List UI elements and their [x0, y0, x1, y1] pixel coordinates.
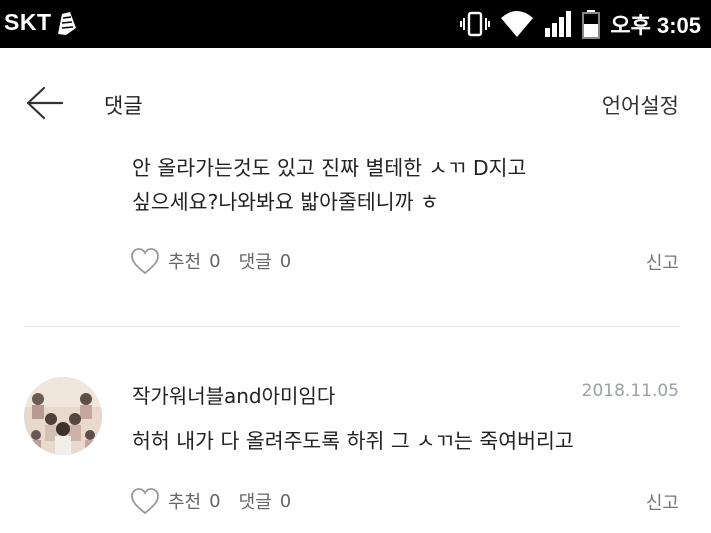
comment-text-line: 싶으세요?나와봐요 밟아줄테니까 ㅎ — [132, 190, 439, 214]
battery-icon — [582, 10, 601, 39]
avatar-image — [24, 377, 102, 455]
comment-text-line: 안 올라가는것도 있고 진짜 별테한 ㅅㄲ D지고 — [132, 156, 527, 180]
app-notification-icon — [58, 12, 76, 35]
comment-text-line: 허허 내가 다 올려주도록 하쥐 그 ㅅㄲ는 죽여버리고 — [132, 429, 574, 453]
divider — [24, 326, 679, 327]
language-settings-button[interactable]: 언어설정 — [602, 90, 679, 120]
reply-count: 0 — [279, 250, 292, 272]
avatar[interactable] — [24, 377, 102, 455]
report-button[interactable]: 신고 — [646, 489, 679, 515]
reply-count: 0 — [279, 490, 292, 512]
heart-icon[interactable] — [130, 247, 160, 275]
report-button[interactable]: 신고 — [646, 249, 679, 275]
reply-label[interactable]: 댓글 — [239, 248, 272, 274]
like-label[interactable]: 추천 — [168, 488, 201, 514]
page-title: 댓글 — [104, 94, 143, 118]
comment-body: 안 올라가는것도 있고 진짜 별테한 ㅅㄲ D지고 싶으세요?나와봐요 밟아줄테… — [132, 151, 526, 219]
vibrate-icon — [460, 11, 491, 37]
wifi-icon — [501, 11, 534, 37]
heart-icon[interactable] — [130, 487, 160, 515]
status-icons: 오후 3:05 — [460, 6, 701, 42]
back-arrow-icon[interactable] — [26, 86, 64, 120]
app-bar: 댓글 언어설정 — [0, 48, 711, 158]
comment-body: 허허 내가 다 올려주도록 하쥐 그 ㅅㄲ는 죽여버리고 — [132, 424, 574, 458]
carrier-label: SKT — [4, 9, 52, 35]
signal-icon — [545, 11, 572, 37]
like-count: 0 — [209, 250, 221, 272]
comment-actions: 추천 0 댓글 0 — [130, 247, 291, 275]
comment-actions: 추천 0 댓글 0 — [130, 487, 291, 515]
comment-author[interactable]: 작가워너블and아미임다 — [132, 380, 335, 409]
comment-date: 2018.11.05 — [581, 381, 679, 401]
status-bar: SKT 오후 3:05 — [0, 0, 711, 48]
like-label[interactable]: 추천 — [168, 248, 201, 274]
clock: 오후 3:05 — [610, 13, 701, 38]
like-count: 0 — [209, 490, 221, 512]
reply-label[interactable]: 댓글 — [239, 488, 272, 514]
